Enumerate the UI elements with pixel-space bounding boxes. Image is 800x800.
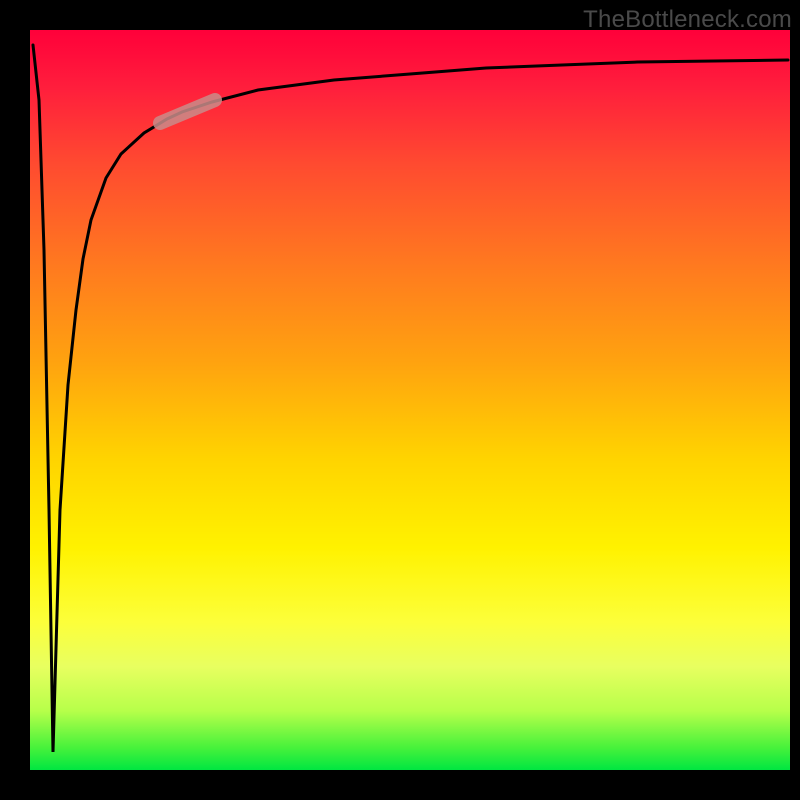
curve-highlight: [160, 100, 215, 123]
chart-frame: TheBottleneck.com: [0, 0, 800, 800]
curve-path: [33, 45, 788, 752]
bottleneck-curve: [33, 45, 788, 752]
watermark-text: TheBottleneck.com: [583, 6, 792, 34]
curve-layer: [30, 30, 790, 770]
